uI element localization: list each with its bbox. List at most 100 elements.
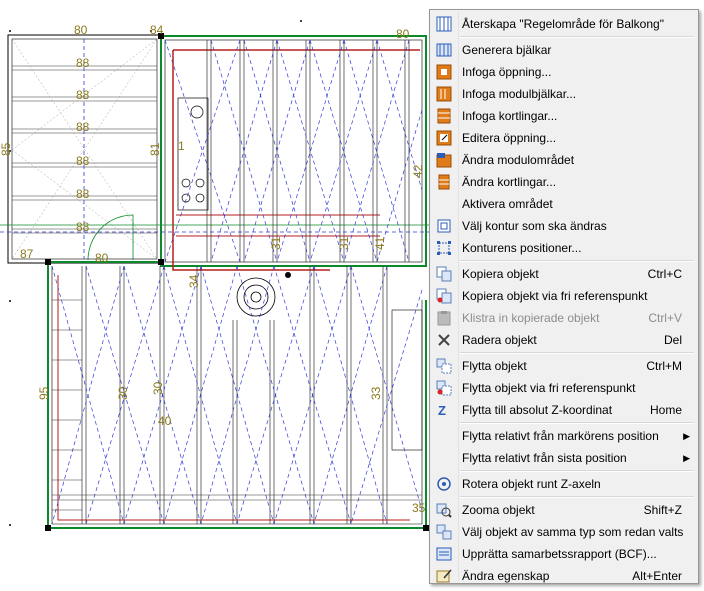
menu-item-label: Ändra kortlingar... <box>462 175 557 189</box>
menu-item-label: Återskapa "Regelområde för Balkong" <box>462 17 664 31</box>
label-30: 30 <box>116 386 130 400</box>
label-d88-4: 88 <box>76 154 90 168</box>
restore-area-icon <box>436 16 452 32</box>
z-coordinate-icon: Z <box>436 402 452 418</box>
menu-item-radera-objekt[interactable]: Radera objekt Del <box>432 329 696 351</box>
properties-icon <box>436 568 452 584</box>
menu-item-infoga-kortlingar[interactable]: Infoga kortlingar... <box>432 105 696 127</box>
label-top-a: 80 <box>74 23 88 37</box>
paste-icon <box>436 310 452 326</box>
label-30b: 30 <box>151 381 165 395</box>
menu-item-ändra-kortlingar[interactable]: Ändra kortlingar... <box>432 171 696 193</box>
menu-separator <box>460 260 694 262</box>
label-d88-1: 88 <box>76 56 90 70</box>
label-top-c: 80 <box>396 27 410 41</box>
menu-item-flytta-till-absolut-z-koordinat[interactable]: Z Flytta till absolut Z-koordinat Home <box>432 399 696 421</box>
menu-item-infoga-modulbjälkar[interactable]: Infoga modulbjälkar... <box>432 83 696 105</box>
submenu-arrow-icon: ▶ <box>683 453 690 463</box>
label-left-b: 87 <box>20 247 34 261</box>
menu-item-kopiera-objekt[interactable]: Kopiera objekt Ctrl+C <box>432 263 696 285</box>
beam-pattern <box>0 39 430 525</box>
submenu-arrow-icon: ▶ <box>683 431 690 441</box>
menu-item-label: Välj objekt av samma typ som redan valts <box>462 525 684 539</box>
label-mid-a: 81 <box>148 142 162 156</box>
menu-item-shortcut: Ctrl+C <box>647 267 682 281</box>
svg-text:Z: Z <box>438 403 446 418</box>
floor-outline[interactable] <box>0 35 430 529</box>
label-40: 40 <box>158 414 172 428</box>
label-mid-b: 80 <box>95 251 109 265</box>
select-same-type-icon <box>436 524 452 540</box>
menu-item-upprätta-samarbetssrapport-bcf[interactable]: Upprätta samarbetssrapport (BCF)... <box>432 543 696 565</box>
label-35: 35 <box>412 501 426 515</box>
menu-item-label: Välj kontur som ska ändras <box>462 219 607 233</box>
menu-item-label: Editera öppning... <box>462 131 557 145</box>
delete-icon <box>436 332 452 348</box>
menu-item-infoga-öppning[interactable]: Infoga öppning... <box>432 61 696 83</box>
menu-item-generera-bjälkar[interactable]: Generera bjälkar <box>432 39 696 61</box>
menu-item-ändra-egenskap[interactable]: Ändra egenskap Alt+Enter <box>432 565 696 587</box>
label-d88-6: 88 <box>76 220 90 234</box>
menu-separator <box>460 36 694 38</box>
move-icon <box>436 358 452 374</box>
label-1: 1 <box>178 139 185 153</box>
menu-item-label: Radera objekt <box>462 333 537 347</box>
menu-item-shortcut: Del <box>663 333 682 347</box>
change-module-area-icon <box>436 152 452 168</box>
menu-item-label: Generera bjälkar <box>462 43 552 57</box>
menu-item-label: Flytta objekt via fri referenspunkt <box>462 381 636 395</box>
menu-item-flytta-relativt-från-markörens-position[interactable]: Flytta relativt från markörens position ▶ <box>432 425 696 447</box>
label-34: 34 <box>187 274 201 288</box>
label-d88-2: 88 <box>76 88 90 102</box>
zoom-icon <box>436 502 452 518</box>
menu-item-label: Ändra modulområdet <box>462 153 575 167</box>
menu-item-label: Upprätta samarbetssrapport (BCF)... <box>462 547 657 561</box>
rotate-icon <box>436 476 452 492</box>
menu-item-label: Kopiera objekt <box>462 267 539 281</box>
menu-item-zooma-objekt[interactable]: Zooma objekt Shift+Z <box>432 499 696 521</box>
select-contour-icon <box>436 218 452 234</box>
context-menu: Återskapa "Regelområde för Balkong" Gener… <box>429 9 699 584</box>
menu-item-flytta-objekt[interactable]: Flytta objekt Ctrl+M <box>432 355 696 377</box>
menu-item-label: Klistra in kopierade objekt <box>462 311 600 325</box>
menu-item-ändra-modulområdet[interactable]: Ändra modulområdet <box>432 149 696 171</box>
menu-item-kopiera-objekt-via-fri-referenspunkt[interactable]: Kopiera objekt via fri referenspunkt <box>432 285 696 307</box>
menu-separator <box>460 470 694 472</box>
menu-item-label: Infoga kortlingar... <box>462 109 558 123</box>
label-top-b: 84 <box>150 23 164 37</box>
menu-item-rotera-objekt-runt-z-axeln[interactable]: Rotera objekt runt Z-axeln <box>432 473 696 495</box>
insert-module-beams-icon <box>436 86 452 102</box>
label-42: 42 <box>411 164 425 178</box>
menu-item-flytta-objekt-via-fri-referenspunkt[interactable]: Flytta objekt via fri referenspunkt <box>432 377 696 399</box>
bcf-report-icon <box>436 546 452 562</box>
copy-icon <box>436 266 452 282</box>
menu-item-editera-öppning[interactable]: Editera öppning... <box>432 127 696 149</box>
menu-item-label: Infoga öppning... <box>462 65 552 79</box>
menu-item-label: Kopiera objekt via fri referenspunkt <box>462 289 648 303</box>
label-41: 41 <box>373 236 387 250</box>
menu-item-label: Rotera objekt runt Z-axeln <box>462 477 601 491</box>
menu-item-konturens-positioner[interactable]: Konturens positioner... <box>432 237 696 259</box>
menu-item-flytta-relativt-från-sista-position[interactable]: Flytta relativt från sista position ▶ <box>432 447 696 469</box>
menu-item-label: Infoga modulbjälkar... <box>462 87 577 101</box>
menu-item-label: Flytta relativt från sista position <box>462 451 627 465</box>
label-33: 33 <box>369 386 383 400</box>
menu-item-shortcut: Home <box>649 403 682 417</box>
menu-item-aktivera-området[interactable]: Aktivera området <box>432 193 696 215</box>
generate-beams-icon <box>436 42 452 58</box>
label-left-d: 95 <box>37 386 51 400</box>
label-d88-3: 88 <box>76 120 90 134</box>
menu-item-återskapa-regelområde-för-balkong[interactable]: Återskapa "Regelområde för Balkong" <box>432 13 696 35</box>
menu-item-shortcut: Alt+Enter <box>632 569 682 583</box>
menu-item-välj-kontur-som-ska-ändras[interactable]: Välj kontur som ska ändras <box>432 215 696 237</box>
menu-separator <box>460 352 694 354</box>
joists[interactable] <box>81 40 410 524</box>
menu-item-välj-objekt-av-samma-typ-som-redan-valts[interactable]: Välj objekt av samma typ som redan valts <box>432 521 696 543</box>
menu-separator <box>460 422 694 424</box>
edit-opening-icon <box>436 130 452 146</box>
change-noggings-icon <box>436 174 452 190</box>
insert-opening-icon <box>436 64 452 80</box>
menu-item-shortcut: Ctrl+V <box>648 311 682 325</box>
menu-item-label: Flytta objekt <box>462 359 527 373</box>
menu-item-label: Flytta relativt från markörens position <box>462 429 659 443</box>
